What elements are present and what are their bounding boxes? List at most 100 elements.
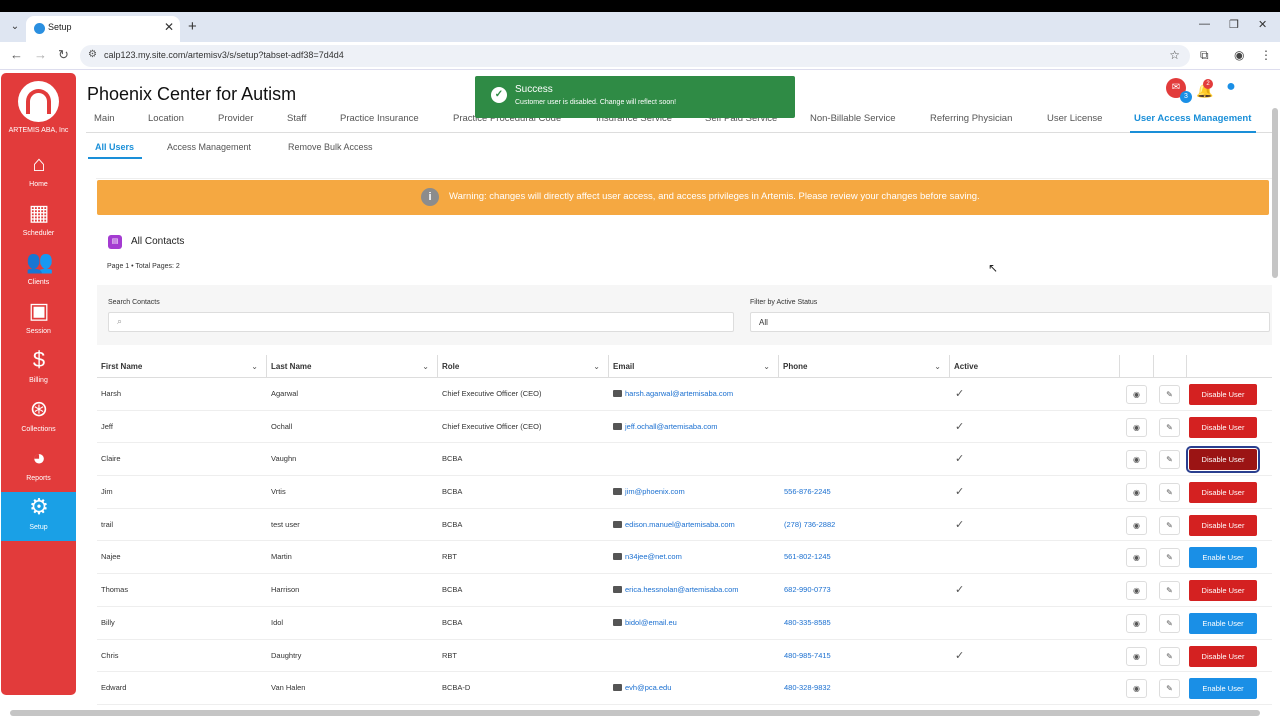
sidebar-item-billing[interactable]: $ Billing <box>1 345 76 394</box>
site-info-icon[interactable]: ⚙ <box>88 49 97 60</box>
chevron-down-icon[interactable]: ⌄ <box>593 355 600 378</box>
cell-email[interactable]: jim@phoenix.com <box>609 476 685 508</box>
enable-user-button[interactable]: Enable User <box>1189 612 1257 634</box>
cell-email[interactable]: jeff.ochall@artemisaba.com <box>609 411 718 443</box>
view-button[interactable]: ◉ <box>1126 515 1147 535</box>
back-icon[interactable]: ← <box>10 47 23 62</box>
view-button[interactable]: ◉ <box>1126 679 1147 699</box>
pencil-icon: ✎ <box>1166 422 1173 432</box>
enable-user-button[interactable]: Enable User <box>1189 547 1257 569</box>
tab-user-license[interactable]: User License <box>1047 113 1102 124</box>
search-input[interactable]: ⌕ <box>108 312 734 332</box>
tab-practice-insurance[interactable]: Practice Insurance <box>340 113 419 124</box>
subtab-access-management[interactable]: Access Management <box>167 142 251 152</box>
bookmark-star-icon[interactable]: ☆ <box>1169 48 1180 62</box>
edit-button[interactable]: ✎ <box>1159 679 1180 699</box>
sidebar-item-clients[interactable]: 👥 Clients <box>1 247 76 296</box>
view-button[interactable]: ◉ <box>1126 613 1147 633</box>
cell-phone[interactable]: 682-990-0773 <box>780 574 831 606</box>
cell-phone[interactable]: 556-876-2245 <box>780 476 831 508</box>
sidebar-item-collections[interactable]: ⊛ Collections <box>1 394 76 443</box>
address-bar[interactable]: ⚙ calp123.my.site.com/artemisv3/s/setup?… <box>80 45 1190 67</box>
status-filter-select[interactable]: All <box>750 312 1270 332</box>
disable-user-button[interactable]: Disable User <box>1189 580 1257 602</box>
minimize-icon[interactable]: — <box>1199 18 1210 30</box>
cell-email[interactable]: edison.manuel@artemisaba.com <box>609 509 735 541</box>
close-window-icon[interactable]: ✕ <box>1258 18 1267 31</box>
tab-location[interactable]: Location <box>148 113 184 124</box>
chevron-down-icon[interactable]: ⌄ <box>934 355 941 378</box>
sidebar-item-home[interactable]: ⌂ Home <box>1 149 76 198</box>
cell-phone[interactable]: 480-328-9832 <box>780 672 831 704</box>
view-button[interactable]: ◉ <box>1126 581 1147 601</box>
header-first-name[interactable]: First Name ⌄ <box>97 355 267 378</box>
table-row: Harsh Agarwal Chief Executive Officer (CEO… <box>97 378 1272 411</box>
close-tab-icon[interactable]: ✕ <box>164 20 174 34</box>
tab-list-icon[interactable]: ⌄ <box>6 18 24 36</box>
disable-user-button[interactable]: Disable User <box>1189 384 1257 405</box>
edit-button[interactable]: ✎ <box>1159 646 1180 666</box>
view-button[interactable]: ◉ <box>1126 483 1147 503</box>
view-button[interactable]: ◉ <box>1126 417 1147 437</box>
restore-icon[interactable]: ❐ <box>1229 18 1239 31</box>
disable-user-button[interactable]: Disable User <box>1189 482 1257 504</box>
menu-icon[interactable]: ⋮ <box>1260 48 1272 62</box>
disable-user-button[interactable]: Disable User <box>1189 645 1257 667</box>
extensions-icon[interactable]: ⧉ <box>1200 48 1209 63</box>
header-active[interactable]: Active <box>950 355 1120 378</box>
view-button[interactable]: ◉ <box>1126 450 1147 470</box>
disable-user-button[interactable]: Disable User <box>1189 514 1257 536</box>
sidebar-item-reports[interactable]: ◕ Reports <box>1 443 76 492</box>
profile-icon[interactable]: ◉ <box>1234 48 1244 62</box>
view-button[interactable]: ◉ <box>1126 385 1147 404</box>
cell-email[interactable]: n34jee@net.com <box>609 541 682 573</box>
tab-user-access-management[interactable]: User Access Management <box>1134 113 1251 124</box>
forward-icon[interactable]: → <box>34 47 47 62</box>
cell-phone[interactable]: (278) 736-2882 <box>780 509 835 541</box>
cell-phone[interactable]: 480-335-8585 <box>780 607 831 639</box>
cell-email[interactable]: harsh.agarwal@artemisaba.com <box>609 378 733 410</box>
edit-button[interactable]: ✎ <box>1159 417 1180 437</box>
reload-icon[interactable]: ↻ <box>58 47 69 63</box>
edit-button[interactable]: ✎ <box>1159 581 1180 601</box>
tab-main[interactable]: Main <box>94 113 115 124</box>
chevron-down-icon[interactable]: ⌄ <box>251 355 258 378</box>
header-phone[interactable]: Phone ⌄ <box>779 355 950 378</box>
edit-button[interactable]: ✎ <box>1159 483 1180 503</box>
edit-button[interactable]: ✎ <box>1159 385 1180 404</box>
edit-button[interactable]: ✎ <box>1159 515 1180 535</box>
view-button[interactable]: ◉ <box>1126 548 1147 568</box>
user-avatar-icon[interactable]: ● <box>1222 78 1240 96</box>
filter-panel: Search Contacts ⌕ Filter by Active Statu… <box>97 285 1272 345</box>
view-button[interactable]: ◉ <box>1126 646 1147 666</box>
edit-button[interactable]: ✎ <box>1159 450 1180 470</box>
subtab-remove-bulk-access[interactable]: Remove Bulk Access <box>288 142 373 152</box>
new-tab-icon[interactable]: + <box>188 18 197 35</box>
sidebar-item-scheduler[interactable]: ▦ Scheduler <box>1 198 76 247</box>
sidebar-item-session[interactable]: ▣ Session <box>1 296 76 345</box>
browser-tab[interactable]: Setup ✕ <box>26 16 180 42</box>
edit-button[interactable]: ✎ <box>1159 548 1180 568</box>
vertical-scrollbar[interactable] <box>1272 108 1278 278</box>
horizontal-scrollbar[interactable] <box>10 710 1260 716</box>
header-last-name[interactable]: Last Name ⌄ <box>267 355 438 378</box>
edit-button[interactable]: ✎ <box>1159 613 1180 633</box>
header-role[interactable]: Role ⌄ <box>438 355 609 378</box>
header-email[interactable]: Email ⌄ <box>609 355 779 378</box>
subtab-all-users[interactable]: All Users <box>95 142 134 152</box>
cell-email[interactable]: evh@pca.edu <box>609 672 671 704</box>
tab-non-billable-service[interactable]: Non-Billable Service <box>810 113 896 124</box>
cell-email[interactable]: erica.hessnolan@artemisaba.com <box>609 574 739 606</box>
tab-referring-physician[interactable]: Referring Physician <box>930 113 1012 124</box>
tab-provider[interactable]: Provider <box>218 113 253 124</box>
chevron-down-icon[interactable]: ⌄ <box>422 355 429 378</box>
cell-email[interactable]: bidol@email.eu <box>609 607 677 639</box>
enable-user-button[interactable]: Enable User <box>1189 678 1257 700</box>
sidebar-item-setup[interactable]: ⚙ Setup <box>1 492 76 541</box>
disable-user-button[interactable]: Disable User <box>1189 416 1257 438</box>
disable-user-button[interactable]: Disable User <box>1186 446 1260 474</box>
chevron-down-icon[interactable]: ⌄ <box>763 355 770 378</box>
tab-staff[interactable]: Staff <box>287 113 306 124</box>
cell-phone[interactable]: 561-802-1245 <box>780 541 831 573</box>
cell-phone[interactable]: 480-985-7415 <box>780 640 831 672</box>
